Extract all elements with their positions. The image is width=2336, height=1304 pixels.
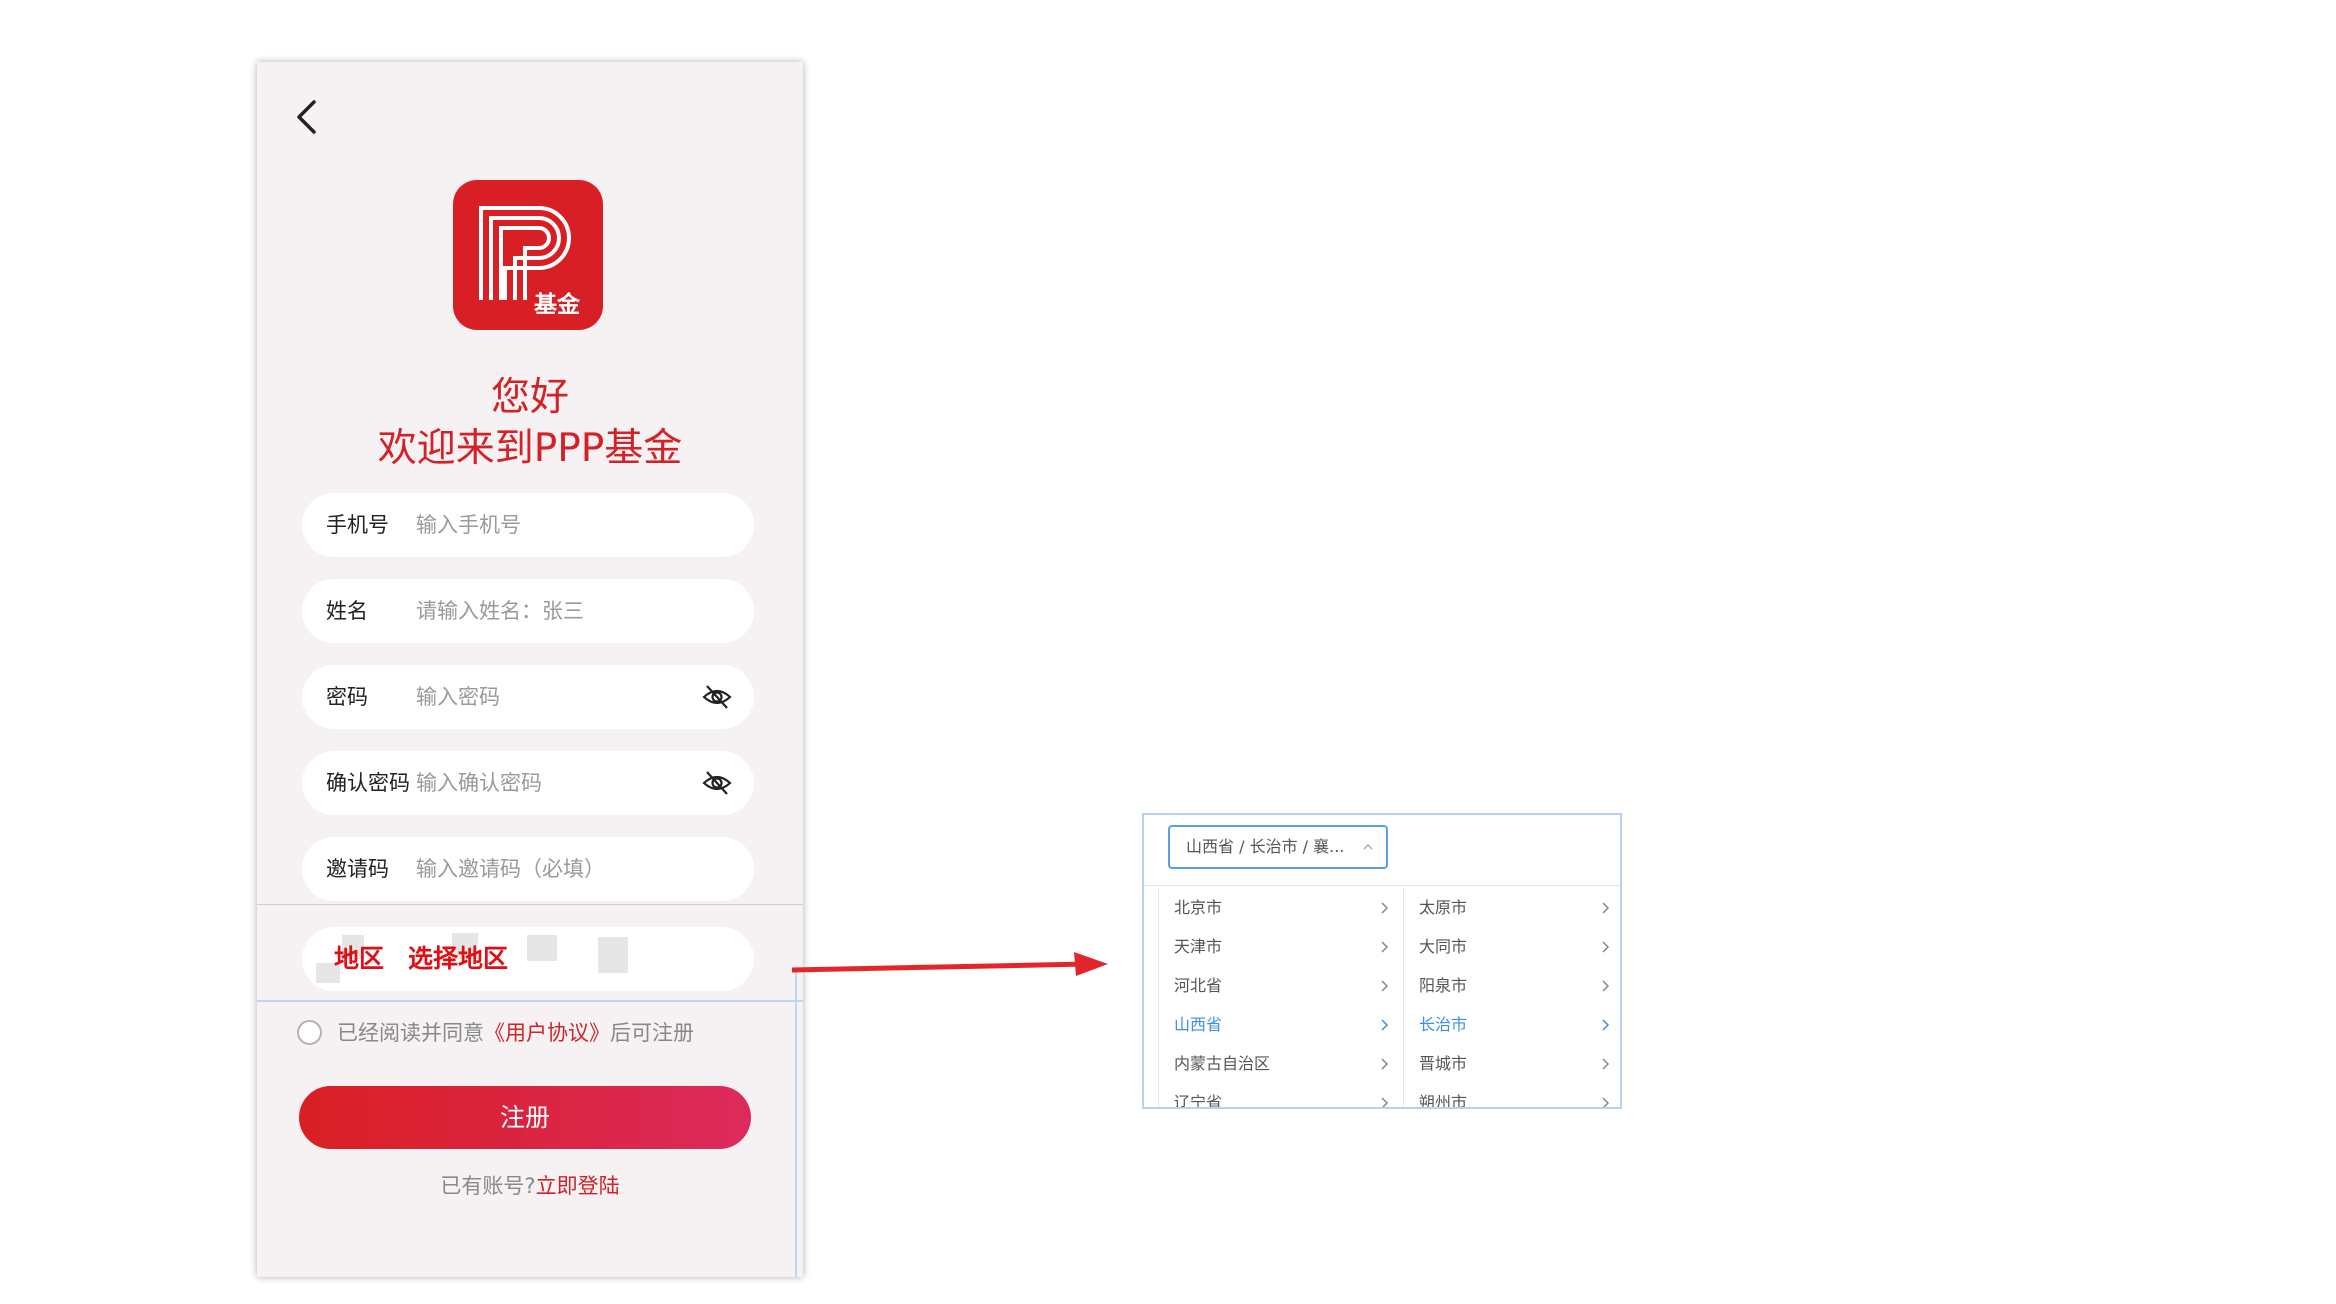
ppp-fund-logo: 基金 [453, 180, 603, 330]
eye-hidden-icon[interactable] [702, 683, 732, 711]
region-label: 地区 [334, 944, 385, 973]
annotation-arrow-icon [791, 952, 1108, 976]
logo-text: 基金 [534, 291, 581, 318]
password-input[interactable] [416, 665, 696, 729]
chevron-right-icon [1602, 980, 1610, 992]
chevron-right-icon [1381, 902, 1389, 914]
confirm-password-input[interactable] [416, 751, 696, 815]
blur-patch [527, 935, 557, 961]
cascader-column-divider [1403, 888, 1404, 1107]
greeting-welcome: 欢迎来到PPP基金 [377, 426, 683, 471]
confirm-password-field[interactable]: 确认密码 [302, 751, 754, 815]
register-screen: 基金 您好 欢迎来到PPP基金 手机号 姓名 密码 确认密码 邀请码 [257, 62, 803, 1277]
city-item[interactable]: 晋城市 [1405, 1044, 1620, 1083]
chevron-right-icon [1381, 980, 1389, 992]
agreement-radio[interactable] [297, 1020, 322, 1045]
city-item-active[interactable]: 长治市 [1405, 1005, 1620, 1044]
register-button[interactable]: 注册 [299, 1086, 751, 1149]
city-item[interactable]: 阳泉市 [1405, 966, 1620, 1005]
agreement-suffix: 后可注册 [610, 1021, 694, 1045]
eye-hidden-icon[interactable] [702, 769, 732, 797]
cascader-input-value: 山西省 / 长治市 / 襄... [1186, 837, 1345, 856]
user-agreement-link[interactable]: 《用户协议》 [484, 1021, 610, 1045]
cascader-edge [1158, 888, 1159, 1107]
city-item[interactable]: 大同市 [1405, 927, 1620, 966]
province-item[interactable]: 河北省 [1160, 966, 1403, 1005]
invite-code-field[interactable]: 邀请码 [302, 837, 754, 901]
region-highlight-line [257, 1000, 803, 1002]
chevron-right-icon [1381, 1019, 1389, 1031]
region-select[interactable]: 选择地区 [408, 927, 508, 991]
chevron-right-icon [1602, 1058, 1610, 1070]
name-field[interactable]: 姓名 [302, 579, 754, 643]
province-item[interactable]: 北京市 [1160, 888, 1403, 927]
region-field[interactable]: 地区 选择地区 [302, 927, 754, 991]
phone-input[interactable] [416, 493, 696, 557]
login-prompt-row: 已有账号?立即登陆 [257, 1170, 803, 1200]
chevron-up-icon [1363, 843, 1373, 850]
chevron-right-icon [1602, 1019, 1610, 1031]
screen-edge-line [795, 969, 797, 1277]
chevron-right-icon [1381, 1058, 1389, 1070]
greeting-hello: 您好 [490, 375, 569, 420]
region-divider [257, 904, 803, 905]
cascader-divider [1144, 885, 1620, 886]
chevron-right-icon [1381, 1097, 1389, 1107]
phone-field[interactable]: 手机号 [302, 493, 754, 557]
invite-code-input[interactable] [416, 837, 696, 901]
province-item[interactable]: 内蒙古自治区 [1160, 1044, 1403, 1083]
chevron-right-icon [1602, 941, 1610, 953]
chevron-right-icon [1602, 1097, 1610, 1107]
login-prompt: 已有账号? [440, 1174, 536, 1198]
password-field[interactable]: 密码 [302, 665, 754, 729]
password-label: 密码 [326, 685, 368, 709]
back-arrow-icon[interactable] [287, 94, 327, 140]
phone-label: 手机号 [326, 513, 389, 537]
province-column: 北京市 天津市 河北省 山西省 内蒙古自治区 辽宁省 [1160, 888, 1403, 1107]
city-item[interactable]: 朔州市 [1405, 1083, 1620, 1107]
region-cascader: 山西省 / 长治市 / 襄... 北京市 天津市 河北省 山西省 内蒙古自治区 … [1142, 813, 1622, 1109]
city-item[interactable]: 太原市 [1405, 888, 1620, 927]
city-column: 太原市 大同市 阳泉市 长治市 晋城市 朔州市 [1405, 888, 1620, 1107]
name-input[interactable] [416, 579, 696, 643]
cascader-input[interactable]: 山西省 / 长治市 / 襄... [1168, 825, 1388, 869]
invite-code-label: 邀请码 [326, 857, 389, 881]
chevron-right-icon [1602, 902, 1610, 914]
confirm-password-label: 确认密码 [326, 771, 410, 795]
name-label: 姓名 [326, 599, 368, 623]
blur-patch [598, 937, 628, 973]
chevron-right-icon [1381, 941, 1389, 953]
province-item[interactable]: 辽宁省 [1160, 1083, 1403, 1107]
province-item[interactable]: 天津市 [1160, 927, 1403, 966]
agreement-prefix: 已经阅读并同意 [337, 1021, 484, 1045]
province-item-active[interactable]: 山西省 [1160, 1005, 1403, 1044]
login-link[interactable]: 立即登陆 [536, 1174, 620, 1198]
